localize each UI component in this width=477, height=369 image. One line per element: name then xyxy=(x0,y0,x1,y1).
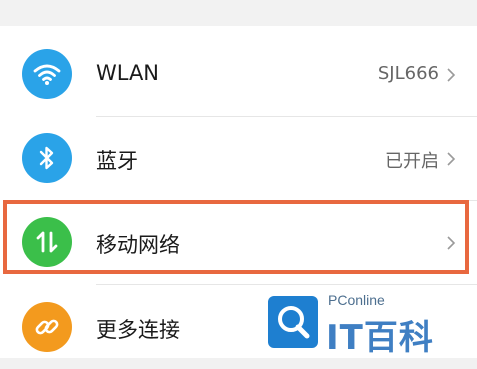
settings-item-wlan[interactable]: WLAN SJL666 xyxy=(0,32,477,116)
watermark: PConline IT百科 xyxy=(266,292,476,358)
chevron-right-icon xyxy=(447,152,456,166)
settings-item-label: 更多连接 xyxy=(96,318,180,342)
settings-item-value: SJL666 xyxy=(377,63,439,84)
watermark-name: IT百科 xyxy=(326,318,434,358)
chevron-right-icon xyxy=(447,68,456,82)
settings-item-label: WLAN xyxy=(96,61,160,85)
magnifier-logo-icon xyxy=(268,296,318,348)
bluetooth-icon xyxy=(22,133,72,183)
link-icon xyxy=(22,302,72,352)
settings-item-value: 已开启 xyxy=(385,151,439,172)
wifi-icon xyxy=(22,49,72,99)
highlight-box xyxy=(3,200,469,274)
settings-screen: WLAN SJL666 蓝牙 已开启 移动网络 更多连接 PConline IT… xyxy=(0,0,477,358)
settings-item-bluetooth[interactable]: 蓝牙 已开启 xyxy=(0,117,477,201)
watermark-brand: PConline xyxy=(328,292,385,308)
settings-item-label: 蓝牙 xyxy=(96,149,138,173)
top-gap xyxy=(0,0,477,26)
